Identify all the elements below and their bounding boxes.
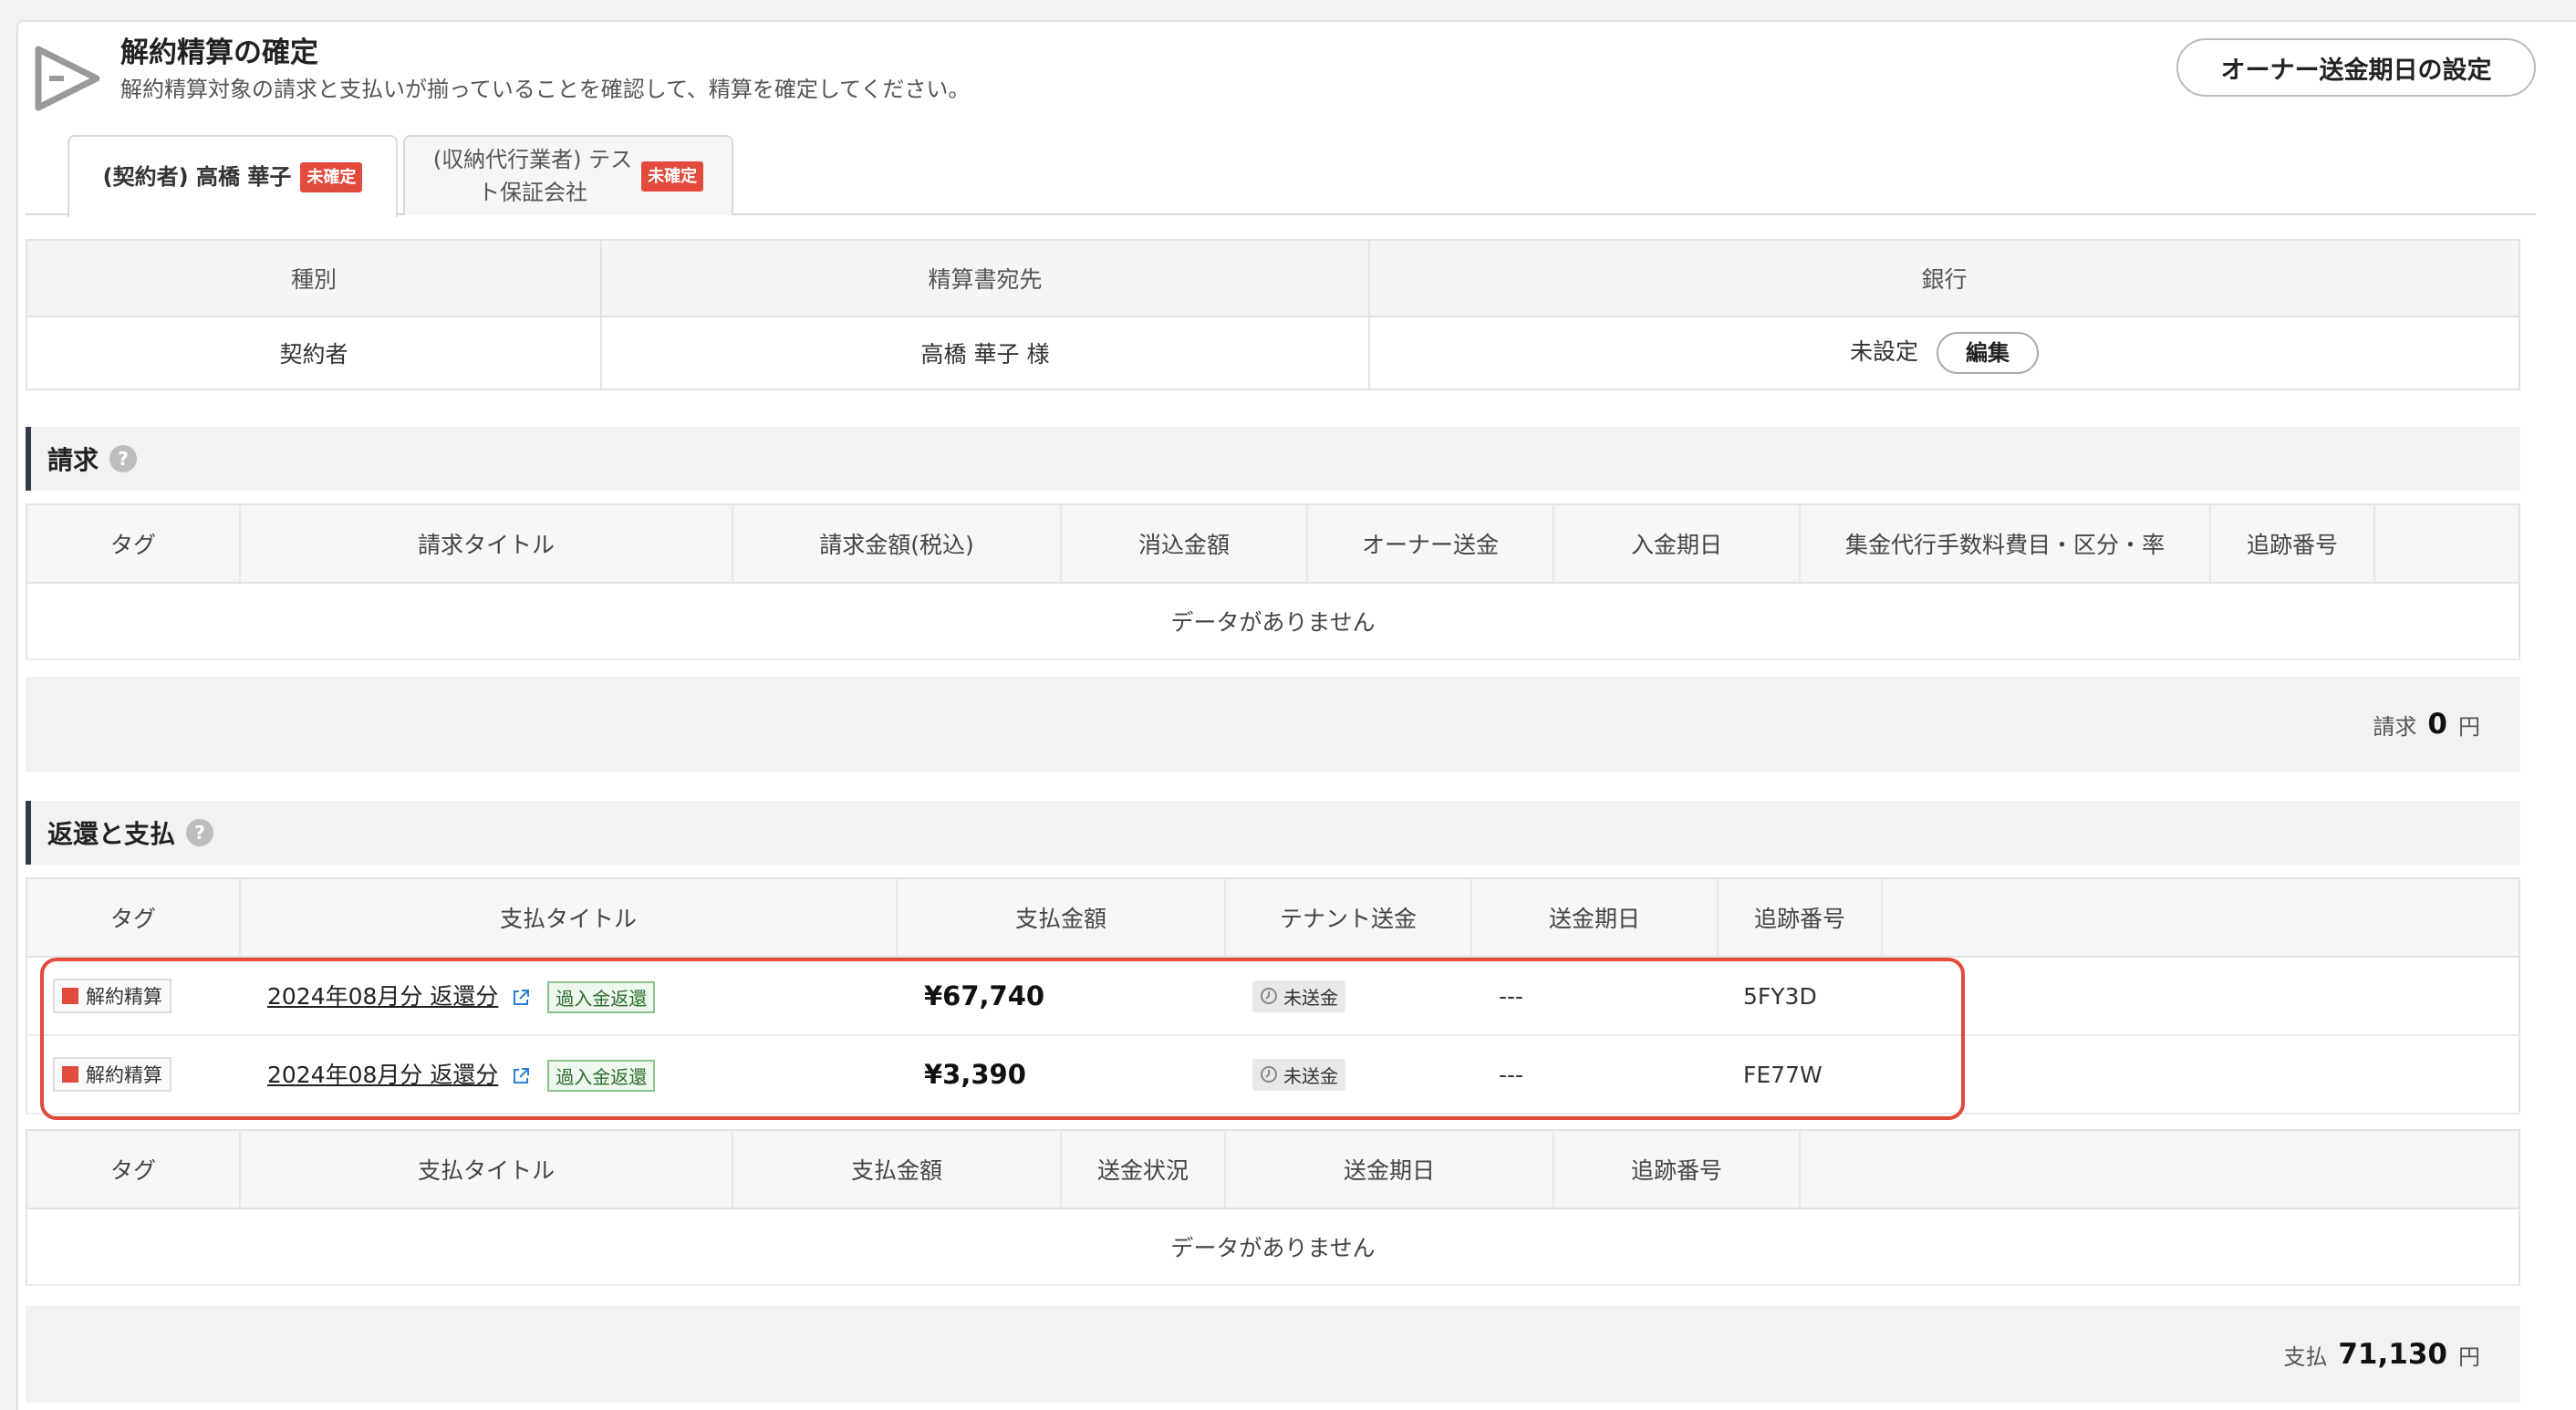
type-cell: 契約者 — [26, 316, 602, 389]
tag-color-icon — [62, 1066, 78, 1083]
column-header: 追跡番号 — [2210, 504, 2375, 584]
unconfirmed-badge: 未確定 — [641, 161, 704, 192]
tab-contractor[interactable]: (契約者) 高橋 華子 未確定 — [68, 135, 398, 217]
column-header: タグ — [26, 878, 241, 958]
column-header: 銀行 — [1369, 240, 2519, 316]
column-header: 支払タイトル — [240, 1130, 733, 1209]
payment-total: 支払 71,130 円 — [26, 1306, 2520, 1403]
due-cell: --- — [1471, 1035, 1718, 1115]
column-header: タグ — [26, 1130, 241, 1209]
help-icon[interactable]: ? — [186, 819, 214, 846]
status-cell: 未送金 — [1225, 1035, 1471, 1115]
external-link-icon[interactable] — [511, 1066, 531, 1086]
payment-title-link[interactable]: 2024年08月分 返還分 — [267, 1062, 498, 1088]
refund-table: タグ 支払タイトル 支払金額 テナント送金 送金期日 追跡番号 解約精算 202… — [26, 877, 2520, 1115]
column-header: オーナー送金 — [1307, 504, 1554, 584]
tag-cell: 解約精算 — [26, 957, 240, 1036]
category-badge: 過入金返還 — [547, 981, 656, 1014]
tag-cell: 解約精算 — [26, 1035, 240, 1115]
billing-total: 請求 0 円 — [26, 677, 2520, 772]
amount-cell: ¥3,390 — [897, 1035, 1225, 1115]
title-cell: 2024年08月分 返還分 過入金返還 — [240, 1035, 897, 1115]
title-cell: 2024年08月分 返還分 過入金返還 — [240, 957, 897, 1036]
help-icon[interactable]: ? — [109, 445, 138, 472]
column-header: 支払タイトル — [240, 878, 898, 958]
column-header: 請求タイトル — [240, 504, 733, 584]
tag-badge: 解約精算 — [53, 979, 171, 1013]
total-label: 請求 — [2373, 713, 2417, 740]
table-row: 解約精算 2024年08月分 返還分 過入金返還 ¥67,740 未送金 ---… — [26, 957, 2519, 1036]
tab-label: (収納代行業者) テス ト保証会社 — [432, 147, 633, 205]
status-badge: 未送金 — [1252, 1058, 1345, 1091]
empty-message: データがありません — [26, 583, 2519, 660]
column-header: 送金期日 — [1471, 878, 1719, 958]
unconfirmed-badge: 未確定 — [300, 161, 363, 192]
column-header: テナント送金 — [1225, 878, 1472, 958]
page-description: 解約精算対象の請求と支払いが揃っていることを確認して、精算を確定してください。 — [120, 77, 971, 102]
billing-table: タグ 請求タイトル 請求金額(税込) 消込金額 オーナー送金 入金期日 集金代行… — [26, 503, 2520, 660]
column-header-spacer — [1800, 1130, 2519, 1209]
bank-cell: 未設定 編集 — [1369, 316, 2519, 389]
column-header: 入金期日 — [1553, 504, 1801, 584]
total-value: 0 — [2427, 708, 2447, 741]
category-badge: 過入金返還 — [547, 1060, 656, 1093]
column-header: 送金期日 — [1225, 1130, 1554, 1209]
tag-color-icon — [62, 988, 78, 1004]
column-header: 追跡番号 — [1718, 878, 1883, 958]
tag-badge: 解約精算 — [53, 1057, 171, 1092]
column-header: 集金代行手数料費目・区分・率 — [1800, 504, 2211, 584]
column-header: 支払金額 — [897, 878, 1226, 958]
bank-value: 未設定 — [1850, 338, 1919, 365]
tabs-underline — [26, 213, 2536, 215]
payment-table: タグ 支払タイトル 支払金額 送金状況 送金期日 追跡番号 データがありません — [26, 1129, 2520, 1286]
owner-remittance-date-button[interactable]: オーナー送金期日の設定 — [2176, 38, 2536, 97]
clock-icon — [1261, 988, 1277, 1004]
tracking-cell: 5FY3D — [1718, 957, 1882, 1036]
column-header: 追跡番号 — [1553, 1130, 1801, 1209]
total-unit: 円 — [2458, 1343, 2480, 1370]
spacer-cell — [1882, 957, 2519, 1036]
column-header: 支払金額 — [732, 1130, 1062, 1209]
edit-bank-button[interactable]: 編集 — [1936, 332, 2039, 374]
refund-section-header: 返還と支払 ? — [26, 801, 2520, 865]
tab-label: (契約者) 高橋 華子 — [102, 164, 292, 190]
column-header: 種別 — [26, 240, 602, 316]
billing-section-header: 請求 ? — [26, 427, 2520, 491]
section-title: 返還と支払 — [47, 819, 176, 849]
total-unit: 円 — [2458, 713, 2480, 740]
tab-collection-agent[interactable]: (収納代行業者) テス ト保証会社 未確定 — [403, 135, 733, 215]
total-value: 71,130 — [2338, 1338, 2447, 1371]
table-row: 解約精算 2024年08月分 返還分 過入金返還 ¥3,390 未送金 --- … — [26, 1035, 2519, 1115]
column-header: 消込金額 — [1061, 504, 1308, 584]
empty-message: データがありません — [26, 1208, 2519, 1286]
status-cell: 未送金 — [1225, 957, 1471, 1036]
column-header: 精算書宛先 — [601, 240, 1370, 316]
tracking-cell: FE77W — [1718, 1035, 1882, 1115]
spacer-cell — [1882, 1035, 2519, 1115]
settlement-info-table: 種別 精算書宛先 銀行 契約者 高橋 華子 様 未設定 編集 — [26, 239, 2520, 390]
page-header-icon — [35, 46, 100, 111]
page-title: 解約精算の確定 — [120, 36, 318, 69]
clock-icon — [1261, 1066, 1277, 1083]
column-header-spacer — [2374, 504, 2519, 584]
column-header: 請求金額(税込) — [732, 504, 1062, 584]
external-link-icon[interactable] — [511, 988, 531, 1008]
column-header: タグ — [26, 504, 241, 584]
column-header: 送金状況 — [1061, 1130, 1226, 1209]
recipient-cell: 高橋 華子 様 — [601, 316, 1370, 389]
amount-cell: ¥67,740 — [897, 957, 1225, 1036]
status-badge: 未送金 — [1252, 980, 1345, 1012]
due-cell: --- — [1471, 957, 1718, 1036]
total-label: 支払 — [2283, 1343, 2328, 1370]
payment-title-link[interactable]: 2024年08月分 返還分 — [267, 983, 498, 1010]
section-title: 請求 — [47, 445, 99, 475]
column-header-spacer — [1882, 878, 2519, 958]
